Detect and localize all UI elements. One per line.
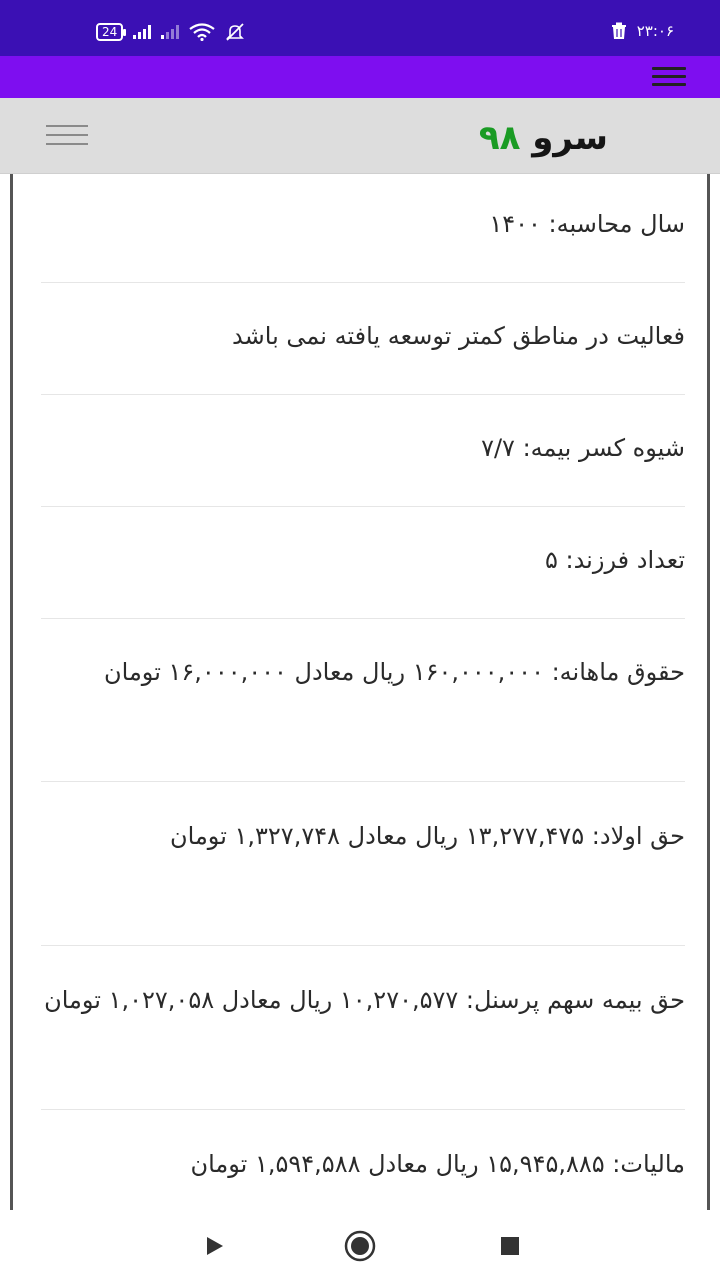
clock: ۲۳:۰۶ xyxy=(636,22,674,40)
nav-menu-icon[interactable] xyxy=(46,125,88,147)
triangle-play-icon xyxy=(207,1237,223,1255)
brand-logo[interactable]: سرو ۹۸ xyxy=(479,118,608,158)
list-item: مالیات: ۱۵,۹۴۵,۸۸۵ ریال معادل ۱,۵۹۴,۵۸۸ … xyxy=(190,1150,685,1178)
list-item: فعالیت در مناطق کمتر توسعه یافته نمی باش… xyxy=(232,322,685,350)
wifi-icon xyxy=(189,23,215,41)
divider xyxy=(41,1109,685,1110)
bell-off-icon xyxy=(226,23,245,41)
back-button[interactable] xyxy=(198,1230,230,1262)
list-item: سال محاسبه: ۱۴۰۰ xyxy=(489,210,685,238)
divider xyxy=(41,282,685,283)
home-button[interactable] xyxy=(344,1230,376,1262)
list-item: حقوق ماهانه: ۱۶۰,۰۰۰,۰۰۰ ریال معادل ۱۶,۰… xyxy=(104,658,685,686)
signal-2-icon xyxy=(161,25,180,39)
brand-number: ۹۸ xyxy=(478,118,521,158)
square-recents-icon xyxy=(501,1237,519,1255)
battery-indicator: 24 xyxy=(96,23,127,41)
circle-home-icon xyxy=(344,1230,376,1262)
recents-button[interactable] xyxy=(494,1230,526,1262)
status-icons-left: 24 xyxy=(96,22,245,42)
divider xyxy=(41,781,685,782)
list-item: تعداد فرزند: ۵ xyxy=(544,546,685,574)
app-bar xyxy=(0,56,720,98)
divider xyxy=(41,945,685,946)
status-icons-right: ۲۳:۰۶ xyxy=(611,22,674,40)
divider xyxy=(41,618,685,619)
hamburger-menu-icon[interactable] xyxy=(652,67,686,87)
status-bar: 24 ۲۳:۰۶ xyxy=(0,0,720,56)
list-item: حق اولاد: ۱۳,۲۷۷,۴۷۵ ریال معادل ۱,۳۲۷,۷۴… xyxy=(170,822,685,850)
trash-icon xyxy=(611,22,626,39)
list-item: شیوه کسر بیمه: ۷/۷ xyxy=(481,434,685,462)
result-list: سال محاسبه: ۱۴۰۰ فعالیت در مناطق کمتر تو… xyxy=(10,174,710,1210)
divider xyxy=(41,506,685,507)
list-item: حق بیمه سهم پرسنل: ۱۰,۲۷۰,۵۷۷ ریال معادل… xyxy=(44,986,685,1014)
brand-name: سرو xyxy=(532,118,608,158)
system-nav-bar xyxy=(0,1210,720,1280)
site-header: سرو ۹۸ xyxy=(0,98,720,174)
divider xyxy=(41,394,685,395)
signal-icon xyxy=(133,25,152,39)
battery-level: 24 xyxy=(102,25,118,39)
